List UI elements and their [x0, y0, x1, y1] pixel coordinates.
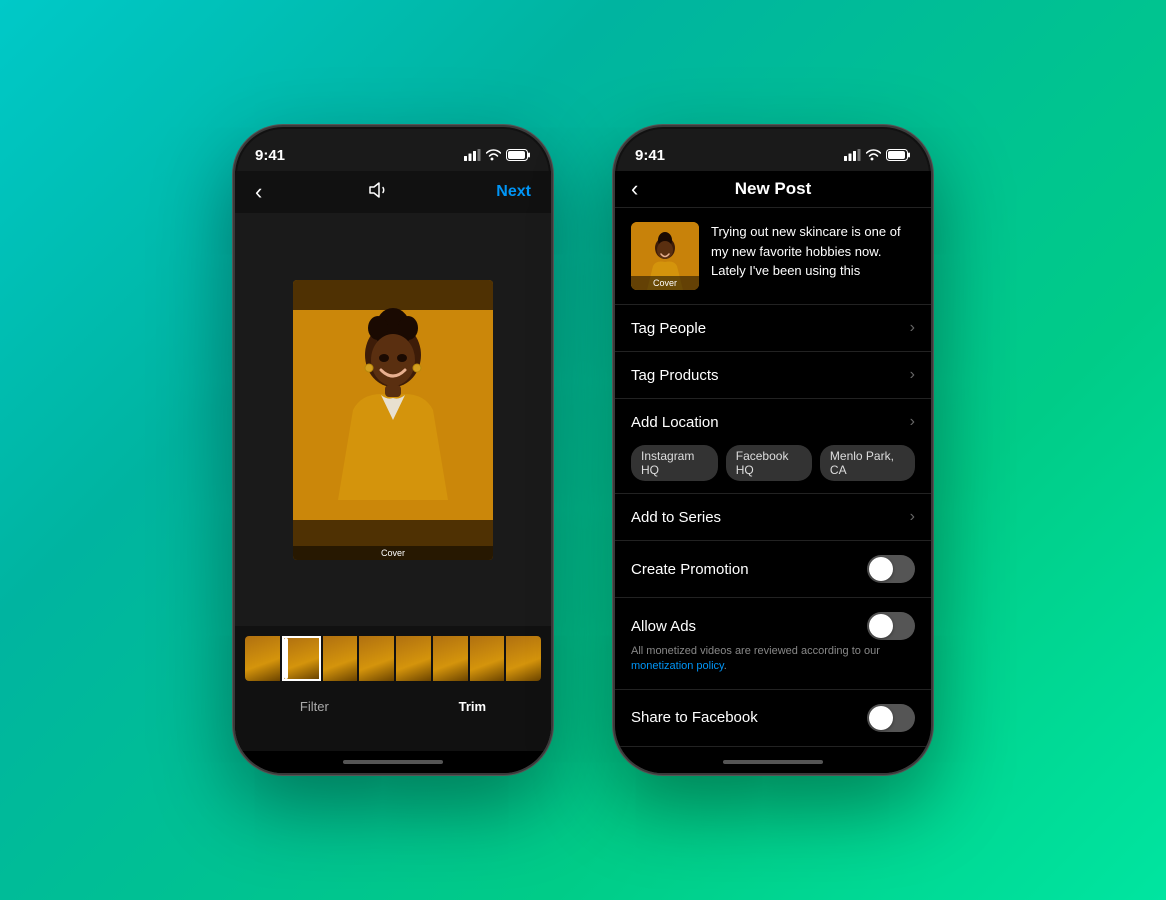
share-facebook-knob: [869, 706, 893, 730]
phone-left: 9:41 ‹: [233, 125, 553, 775]
allow-ads-knob: [869, 614, 893, 638]
film-frame-5: [396, 636, 431, 681]
trim-tab[interactable]: Trim: [439, 699, 506, 714]
chevron-tag-people: ›: [910, 319, 915, 337]
status-bar-left: 9:41: [235, 127, 551, 171]
create-promotion-toggle[interactable]: [867, 555, 915, 583]
add-location-label: Add Location: [631, 414, 719, 431]
status-icons-left: [464, 149, 531, 161]
tag-people-row[interactable]: Tag People ›: [615, 305, 931, 352]
video-preview: Cover: [235, 213, 551, 626]
filter-tab[interactable]: Filter: [280, 699, 349, 714]
share-facebook-label: Share to Facebook: [631, 709, 758, 726]
signal-icon-right: [844, 149, 861, 161]
monetization-policy-link[interactable]: monetization policy: [631, 660, 724, 672]
battery-icon: [506, 149, 531, 161]
timeline-bar: [235, 626, 551, 691]
allow-ads-sub-text: All monetized videos are reviewed accord…: [631, 644, 915, 675]
allow-ads-toggle[interactable]: [867, 612, 915, 640]
screen-right: ‹ New Post Cover Trying out: [615, 171, 931, 773]
create-promotion-knob: [869, 557, 893, 581]
location-tag-menlopark[interactable]: Menlo Park, CA: [820, 445, 915, 481]
back-button-right[interactable]: ‹: [631, 176, 638, 202]
film-frame-8: [506, 636, 541, 681]
status-bar-right: 9:41: [615, 127, 931, 171]
allow-ads-sub-after: .: [724, 660, 727, 672]
wifi-icon: [486, 149, 501, 161]
film-frame-6: [433, 636, 468, 681]
film-strip[interactable]: [245, 636, 541, 681]
time-right: 9:41: [635, 147, 665, 164]
add-to-series-label: Add to Series: [631, 509, 721, 526]
tag-products-row[interactable]: Tag Products ›: [615, 352, 931, 399]
location-tag-instagram[interactable]: Instagram HQ: [631, 445, 718, 481]
allow-ads-label: Allow Ads: [631, 618, 696, 635]
video-thumbnail: Cover: [293, 280, 493, 560]
video-header: ‹ Next: [235, 171, 551, 213]
allow-ads-sub-before: All monetized videos are reviewed accord…: [631, 645, 880, 657]
film-frame-7: [470, 636, 505, 681]
location-tags-container: Instagram HQ Facebook HQ Menlo Park, CA: [615, 437, 931, 494]
share-facebook-toggle[interactable]: [867, 704, 915, 732]
film-frame-2: [282, 636, 321, 681]
home-bar-left: [343, 760, 443, 764]
post-scroll-content[interactable]: Cover Trying out new skincare is one of …: [615, 208, 931, 751]
tag-people-label: Tag People: [631, 320, 706, 337]
signal-icon: [464, 149, 481, 161]
home-bar-right: [723, 760, 823, 764]
video-footer: Filter Trim: [235, 691, 551, 751]
tag-products-label: Tag Products: [631, 367, 719, 384]
caption-area: Cover Trying out new skincare is one of …: [615, 208, 931, 305]
post-thumbnail: Cover: [631, 222, 699, 290]
wifi-icon-right: [866, 149, 881, 161]
chevron-add-location: ›: [910, 413, 915, 431]
phone-right: 9:41 ‹ New Post: [613, 125, 933, 775]
post-title: New Post: [735, 179, 812, 199]
time-left: 9:41: [255, 147, 285, 164]
battery-icon-right: [886, 149, 911, 161]
film-frame-1: [245, 636, 280, 681]
location-tag-facebook[interactable]: Facebook HQ: [726, 445, 812, 481]
next-button[interactable]: Next: [496, 183, 531, 201]
woman-svg: [293, 280, 493, 560]
home-indicator-left: [235, 751, 551, 773]
back-button-left[interactable]: ‹: [255, 179, 262, 205]
status-icons-right: [844, 149, 911, 161]
cover-label-video: Cover: [293, 546, 493, 560]
cover-label-post: Cover: [631, 276, 699, 290]
post-header: ‹ New Post: [615, 171, 931, 208]
screen-left: ‹ Next: [235, 171, 551, 773]
create-promotion-label: Create Promotion: [631, 561, 749, 578]
allow-ads-top: Allow Ads: [631, 612, 915, 640]
film-frame-4: [359, 636, 394, 681]
chevron-add-series: ›: [910, 508, 915, 526]
film-frame-3: [323, 636, 358, 681]
home-indicator-right: [615, 751, 931, 773]
add-to-series-row[interactable]: Add to Series ›: [615, 494, 931, 541]
caption-text[interactable]: Trying out new skincare is one of my new…: [711, 222, 915, 290]
share-facebook-row: Share to Facebook: [615, 690, 931, 747]
add-location-row[interactable]: Add Location ›: [615, 399, 931, 437]
allow-ads-row: Allow Ads All monetized videos are revie…: [615, 598, 931, 690]
create-promotion-row: Create Promotion: [615, 541, 931, 598]
chevron-tag-products: ›: [910, 366, 915, 384]
volume-icon[interactable]: [368, 181, 390, 204]
